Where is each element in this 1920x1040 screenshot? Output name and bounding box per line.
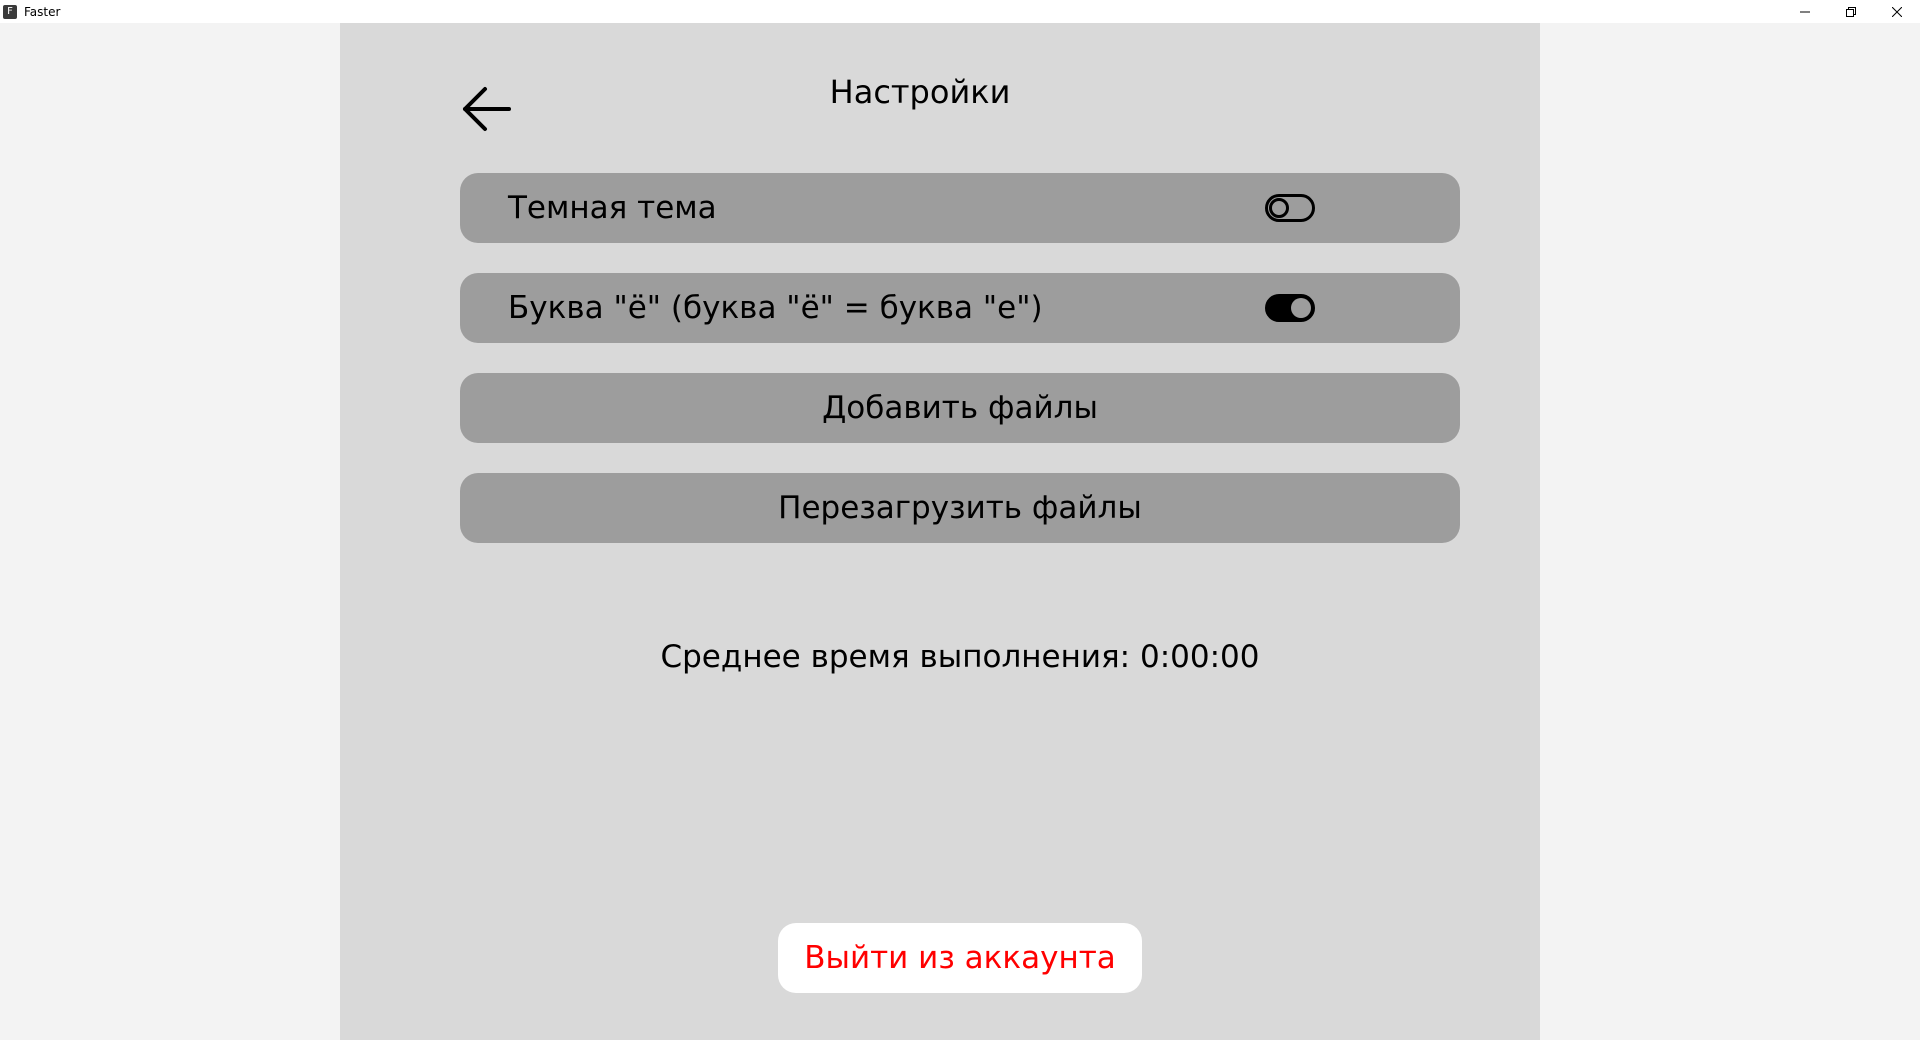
dark-theme-label: Темная тема: [508, 190, 717, 226]
yo-letter-row: Буква "ё" (буква "ё" = буква "е"): [460, 273, 1460, 343]
window-controls: [1782, 0, 1920, 23]
toggle-knob: [1269, 198, 1289, 218]
restore-icon: [1846, 6, 1856, 17]
average-time-text: Среднее время выполнения: 0:00:00: [660, 639, 1260, 675]
page-title: Настройки: [829, 73, 1011, 111]
minimize-button[interactable]: [1782, 0, 1828, 23]
close-icon: [1892, 6, 1902, 17]
yo-letter-toggle[interactable]: [1265, 294, 1315, 322]
app-icon: F: [3, 4, 17, 19]
dark-theme-toggle[interactable]: [1265, 194, 1315, 222]
settings-panel: Настройки Темная тема Буква "ё" (буква "…: [340, 23, 1540, 1040]
yo-letter-label: Буква "ё" (буква "ё" = буква "е"): [508, 290, 1043, 326]
window-titlebar: F Faster: [0, 0, 1920, 23]
dark-theme-row: Темная тема: [460, 173, 1460, 243]
add-files-button[interactable]: Добавить файлы: [460, 373, 1460, 443]
window-title: Faster: [24, 4, 61, 19]
toggle-knob: [1291, 298, 1311, 318]
minimize-icon: [1800, 11, 1810, 12]
reload-files-button[interactable]: Перезагрузить файлы: [460, 473, 1460, 543]
logout-button[interactable]: Выйти из аккаунта: [778, 923, 1142, 993]
restore-button[interactable]: [1828, 0, 1874, 23]
close-button[interactable]: [1874, 0, 1920, 23]
